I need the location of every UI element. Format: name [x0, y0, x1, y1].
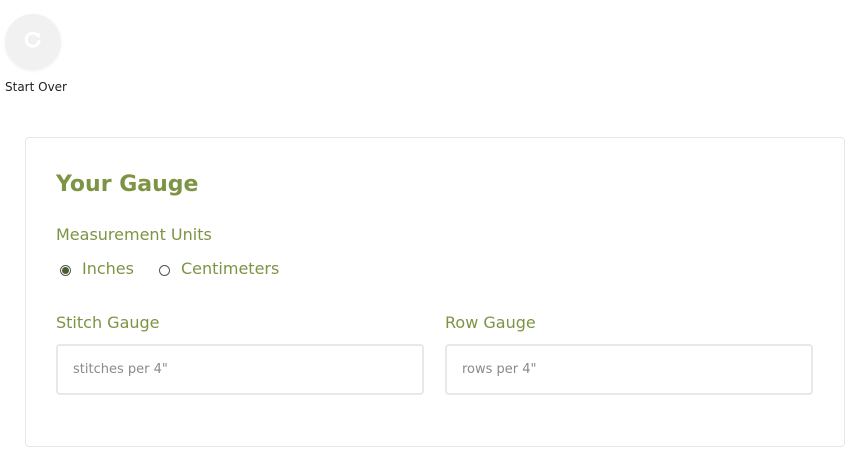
radio-button-centimeters[interactable]	[158, 264, 170, 276]
radio-label-inches: Inches	[82, 259, 134, 278]
stitch-gauge-input[interactable]	[56, 344, 424, 395]
radio-selected-dot	[62, 266, 69, 274]
measurement-units-radio-group: Inches Centimeters	[60, 259, 279, 278]
refresh-icon	[23, 30, 43, 54]
start-over-label: Start Over	[5, 80, 67, 94]
card-title: Your Gauge	[56, 172, 199, 197]
measurement-units-label: Measurement Units	[56, 225, 212, 244]
start-over-control: Start Over	[4, 14, 67, 94]
radio-button-inches[interactable]	[60, 264, 71, 276]
start-over-button[interactable]	[5, 14, 61, 70]
radio-label-centimeters: Centimeters	[180, 259, 280, 278]
radio-centimeters[interactable]: Centimeters	[158, 259, 280, 278]
radio-inches[interactable]: Inches	[60, 259, 134, 278]
gauge-card: Your Gauge Measurement Units Inches Cent…	[25, 137, 845, 447]
row-gauge-input[interactable]	[445, 344, 813, 395]
row-gauge-label: Row Gauge	[445, 313, 536, 332]
stitch-gauge-label: Stitch Gauge	[56, 313, 160, 332]
